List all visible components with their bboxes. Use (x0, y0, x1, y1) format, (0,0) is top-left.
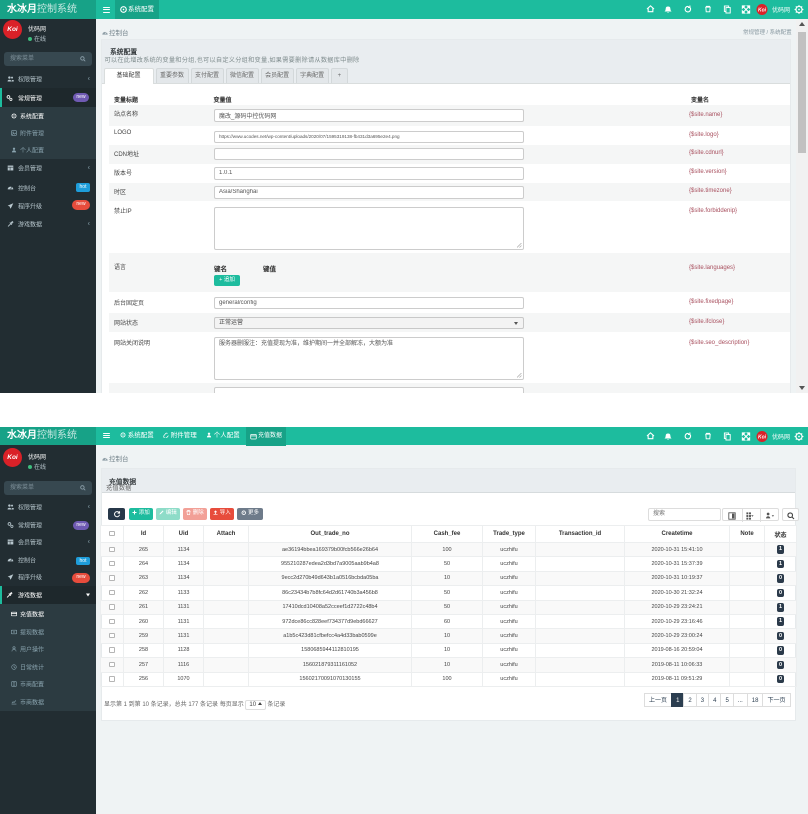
svg-text:Koi: Koi (758, 435, 767, 441)
svg-text:优码网: 优码网 (772, 6, 790, 14)
svg-text:优码网: 优码网 (772, 433, 790, 441)
svg-text:Koi: Koi (758, 8, 767, 14)
